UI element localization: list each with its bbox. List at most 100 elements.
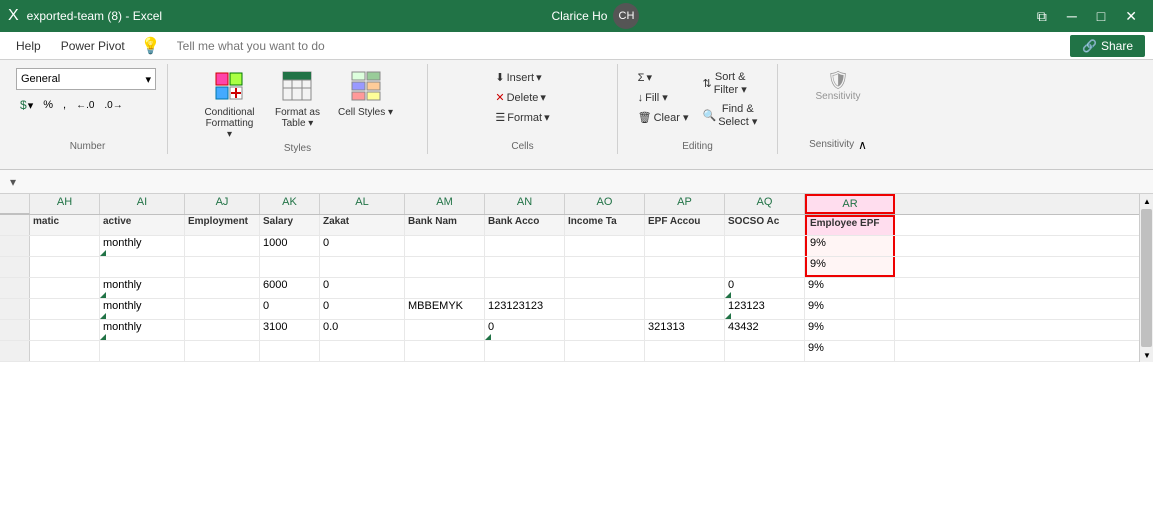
increase-decimal-button[interactable]: .0→ [100,98,126,113]
cell-AJ-4[interactable] [185,299,260,319]
cell-AO-3[interactable] [565,278,645,298]
find-select-button[interactable]: 🔍 Find &Select ▾ [697,100,762,131]
cell-AO-6[interactable] [565,341,645,361]
cell-AQ-5[interactable]: 43432 [725,320,805,340]
cell-AL-5[interactable]: 0.0 [320,320,405,340]
cell-AJ-3[interactable] [185,278,260,298]
cell-AK-2[interactable] [260,257,320,277]
fill-button[interactable]: ↓ Fill ▾ [633,88,694,107]
cell-AM-4[interactable]: MBBEMYK [405,299,485,319]
cell-AI-4[interactable]: monthly [100,299,185,319]
cell-AK-5[interactable]: 3100 [260,320,320,340]
cell-AJ-5[interactable] [185,320,260,340]
maximize-button[interactable]: □ [1089,6,1113,26]
cell-AH-5[interactable] [30,320,100,340]
cell-AO-1[interactable] [565,236,645,256]
delete-button[interactable]: ✕ Delete ▾ [490,88,554,107]
cell-AO-4[interactable] [565,299,645,319]
cell-AP-2[interactable] [645,257,725,277]
cell-AP-5[interactable]: 321313 [645,320,725,340]
restore-button[interactable]: ⧉ [1029,6,1055,27]
cell-AN-4[interactable]: 123123123 [485,299,565,319]
cell-AL-6[interactable] [320,341,405,361]
col-header-AL[interactable]: AL [320,194,405,214]
cell-styles-button[interactable]: Cell Styles ▾ [331,68,400,121]
cell-AQ-2[interactable] [725,257,805,277]
col-header-AH[interactable]: AH [30,194,100,214]
col-header-AI[interactable]: AI [100,194,185,214]
cell-AN-3[interactable] [485,278,565,298]
cell-AM-header[interactable]: Bank Nam [405,215,485,235]
cell-AR-2[interactable]: 9% [805,257,895,277]
cell-AL-1[interactable]: 0 [320,236,405,256]
cell-AI-2[interactable] [100,257,185,277]
decrease-decimal-button[interactable]: ←.0 [72,98,98,113]
expand-button[interactable]: ▾ [4,173,22,191]
sensitivity-button[interactable]: 🛡 Sensitivity [808,68,867,105]
tell-me-box[interactable] [177,39,377,53]
cell-AK-header[interactable]: Salary [260,215,320,235]
cell-AN-6[interactable] [485,341,565,361]
cell-AM-6[interactable] [405,341,485,361]
minimize-button[interactable]: ─ [1059,6,1085,26]
col-header-AP[interactable]: AP [645,194,725,214]
cell-AM-3[interactable] [405,278,485,298]
cell-AO-2[interactable] [565,257,645,277]
cell-AK-4[interactable]: 0 [260,299,320,319]
cell-AR-header[interactable]: Employee EPF [805,215,895,235]
scroll-thumb[interactable] [1141,209,1152,347]
cell-AI-1[interactable]: monthly [100,236,185,256]
cell-AR-3[interactable]: 9% [805,278,895,298]
cell-AJ-header[interactable]: Employment [185,215,260,235]
cell-AR-6[interactable]: 9% [805,341,895,361]
comma-button[interactable]: , [59,97,70,113]
cell-AQ-6[interactable] [725,341,805,361]
cell-AQ-4[interactable]: 123123 [725,299,805,319]
cell-AH-6[interactable] [30,341,100,361]
scroll-up-button[interactable]: ▲ [1140,194,1153,208]
cell-AQ-1[interactable] [725,236,805,256]
cell-AI-5[interactable]: monthly [100,320,185,340]
cell-AN-2[interactable] [485,257,565,277]
tell-me-input[interactable] [177,39,377,53]
percent-button[interactable]: % [39,97,57,113]
cell-AP-4[interactable] [645,299,725,319]
cell-AP-3[interactable] [645,278,725,298]
cell-AQ-header[interactable]: SOCSO Ac [725,215,805,235]
number-format-dropdown[interactable]: General ▾ [16,68,156,90]
cell-AP-6[interactable] [645,341,725,361]
format-button[interactable]: ☰ Format ▾ [490,108,554,127]
cell-AL-2[interactable] [320,257,405,277]
cell-AN-1[interactable] [485,236,565,256]
cell-AL-4[interactable]: 0 [320,299,405,319]
cell-AK-3[interactable]: 6000 [260,278,320,298]
cell-AR-1[interactable]: 9% [805,236,895,256]
cell-AL-header[interactable]: Zakat [320,215,405,235]
col-header-AM[interactable]: AM [405,194,485,214]
cell-AK-1[interactable]: 1000 [260,236,320,256]
menu-power-pivot[interactable]: Power Pivot [53,35,133,57]
cell-AR-4[interactable]: 9% [805,299,895,319]
col-header-AR[interactable]: AR [805,194,895,214]
cell-AP-header[interactable]: EPF Accou [645,215,725,235]
cell-AH-2[interactable] [30,257,100,277]
cell-AK-6[interactable] [260,341,320,361]
share-button[interactable]: 🔗 Share [1070,35,1145,57]
collapse-icon[interactable]: ∧ [858,138,867,152]
cell-AM-2[interactable] [405,257,485,277]
cell-AJ-6[interactable] [185,341,260,361]
col-header-AN[interactable]: AN [485,194,565,214]
cell-AQ-3[interactable]: 0 [725,278,805,298]
cell-AJ-2[interactable] [185,257,260,277]
cell-AO-5[interactable] [565,320,645,340]
cell-AJ-1[interactable] [185,236,260,256]
cell-AN-header[interactable]: Bank Acco [485,215,565,235]
col-header-AQ[interactable]: AQ [725,194,805,214]
col-header-AO[interactable]: AO [565,194,645,214]
cell-AL-3[interactable]: 0 [320,278,405,298]
cell-AM-1[interactable] [405,236,485,256]
cell-AH-4[interactable] [30,299,100,319]
cell-AH-1[interactable] [30,236,100,256]
close-button[interactable]: ✕ [1117,6,1145,27]
cell-AM-5[interactable] [405,320,485,340]
